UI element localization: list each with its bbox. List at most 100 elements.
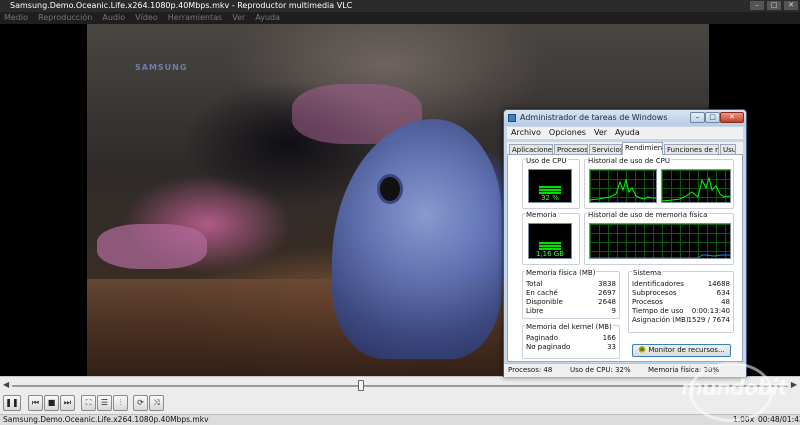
stat-value: 2648: [598, 298, 616, 306]
cpu-history-graph-core1: [589, 169, 657, 203]
site-watermark-text: mundobit: [681, 376, 788, 400]
vlc-window-title: Samsung.Demo.Oceanic.Life.x264.1080p.40M…: [10, 1, 353, 10]
cpu-history-label: Historial de uso de CPU: [587, 157, 671, 165]
stat-row: Subprocesos 634: [632, 289, 730, 297]
kernel-memory-header: Memoria del kernel (MB): [525, 323, 613, 331]
stat-value: 166: [602, 334, 616, 342]
shuffle-icon[interactable]: ⤨: [149, 395, 164, 411]
seek-handle[interactable]: [358, 380, 365, 391]
stat-row: Asignación (MB) 1529 / 7674: [632, 316, 730, 324]
task-manager-app-icon: [508, 114, 516, 122]
stat-label: Total: [526, 280, 543, 288]
skip-next-icon[interactable]: ⏭: [60, 395, 75, 411]
stat-label: Identificadores: [632, 280, 684, 288]
menu-ver[interactable]: Ver: [232, 12, 245, 24]
menu-herramientas[interactable]: Herramientas: [168, 12, 223, 24]
menu-medio[interactable]: Medio: [4, 12, 28, 24]
maximize-icon[interactable]: □: [705, 112, 720, 123]
vlc-title-bar: Samsung.Demo.Oceanic.Life.x264.1080p.40M…: [0, 0, 800, 12]
stat-row: No paginado 33: [526, 343, 616, 351]
video-eel-eye: [377, 174, 403, 204]
tab-rendimiento[interactable]: Rendimiento: [622, 142, 663, 155]
stat-value: 1529 / 7674: [687, 316, 730, 324]
memory-gauge-bar: [539, 242, 561, 250]
stat-label: Asignación (MB): [632, 316, 689, 324]
menu-archivo[interactable]: Archivo: [511, 127, 541, 139]
stat-label: Disponible: [526, 298, 563, 306]
cpu-gauge: 32 %: [528, 169, 572, 203]
menu-video[interactable]: Vídeo: [135, 12, 158, 24]
stat-value: 634: [716, 289, 730, 297]
stat-row: Libre 9: [526, 307, 616, 315]
menu-reproduccion[interactable]: Reproducción: [38, 12, 92, 24]
menu-audio[interactable]: Audio: [102, 12, 125, 24]
stat-value: 2697: [598, 289, 616, 297]
video-moray-eel: [332, 119, 502, 359]
memory-gauge-value: 1,16 GB: [535, 250, 565, 258]
stat-row: Identificadores 14688: [632, 280, 730, 288]
task-manager-tabs: Aplicaciones Procesos Servicios Rendimie…: [507, 142, 743, 155]
skip-previous-icon[interactable]: ⏮: [28, 395, 43, 411]
vlc-menubar: Medio Reproducción Audio Vídeo Herramien…: [0, 12, 800, 24]
seek-track[interactable]: [12, 380, 788, 391]
stat-row: Procesos 48: [632, 298, 730, 306]
close-icon[interactable]: ✕: [784, 1, 798, 10]
stat-value: 48: [721, 298, 730, 306]
stat-value: 14688: [707, 280, 730, 288]
resource-monitor-button[interactable]: Monitor de recursos...: [632, 344, 731, 357]
samsung-watermark: SAMSUNG: [135, 63, 188, 72]
cpu-history-graph-core2: [661, 169, 731, 203]
fullscreen-icon[interactable]: ⛶: [81, 395, 96, 411]
stat-label: Libre: [526, 307, 544, 315]
video-coral: [97, 224, 207, 269]
seek-back-icon[interactable]: ◀: [3, 380, 9, 389]
cpu-usage-label: Uso de CPU: [525, 157, 568, 165]
stat-row: En caché 2697: [526, 289, 616, 297]
pause-icon[interactable]: ❚❚: [3, 395, 21, 411]
status-filename: Samsung.Demo.Oceanic.Life.x264.1080p.40M…: [3, 415, 209, 424]
shield-icon: [638, 345, 647, 353]
stat-row: Total 3838: [526, 280, 616, 288]
task-manager-title: Administrador de tareas de Windows: [520, 113, 668, 122]
cpu-gauge-value: 32 %: [541, 194, 559, 202]
stat-value: 3838: [598, 280, 616, 288]
close-icon[interactable]: ✕: [720, 112, 744, 123]
minimize-icon[interactable]: –: [750, 1, 764, 10]
memory-label: Memoria: [525, 211, 558, 219]
stat-label: Paginado: [526, 334, 559, 342]
stat-label: Procesos: [632, 298, 663, 306]
stat-value: 0:00:13:40: [691, 307, 730, 315]
status-cpu: Uso de CPU: 32%: [570, 366, 631, 374]
task-manager-menubar: Archivo Opciones Ver Ayuda: [507, 127, 743, 139]
memory-history-label: Historial de uso de memoria física: [587, 211, 709, 219]
physical-memory-header: Memoria física (MB): [525, 269, 597, 277]
stat-row: Disponible 2648: [526, 298, 616, 306]
memory-gauge: 1,16 GB: [528, 223, 572, 259]
stat-row: Tiempo de uso 0:00:13:40: [632, 307, 730, 315]
stat-label: En caché: [526, 289, 558, 297]
menu-ayuda[interactable]: Ayuda: [615, 127, 640, 139]
stat-label: No paginado: [526, 343, 571, 351]
equalizer-icon[interactable]: ⫶: [113, 395, 128, 411]
menu-ver[interactable]: Ver: [594, 127, 607, 139]
menu-ayuda[interactable]: Ayuda: [255, 12, 280, 24]
maximize-icon[interactable]: □: [767, 1, 781, 10]
stat-label: Subprocesos: [632, 289, 677, 297]
task-manager-title-bar[interactable]: Administrador de tareas de Windows – □ ✕: [504, 110, 746, 126]
status-processes: Procesos: 48: [508, 366, 553, 374]
stat-value: 9: [611, 307, 616, 315]
menu-opciones[interactable]: Opciones: [549, 127, 586, 139]
stat-row: Paginado 166: [526, 334, 616, 342]
memory-history-graph: [589, 223, 731, 259]
cpu-gauge-bar: [539, 186, 561, 194]
system-header: Sistema: [632, 269, 663, 277]
stop-icon[interactable]: ■: [44, 395, 59, 411]
task-manager-window: Administrador de tareas de Windows – □ ✕…: [503, 109, 747, 377]
loop-icon[interactable]: ⟳: [133, 395, 148, 411]
playlist-icon[interactable]: ☰: [97, 395, 112, 411]
stat-label: Tiempo de uso: [632, 307, 684, 315]
site-watermark: mundobit: [675, 358, 800, 425]
minimize-icon[interactable]: –: [690, 112, 705, 123]
performance-panel: Uso de CPU 32 % Historial de uso de CPU …: [507, 154, 743, 362]
stat-value: 33: [607, 343, 616, 351]
